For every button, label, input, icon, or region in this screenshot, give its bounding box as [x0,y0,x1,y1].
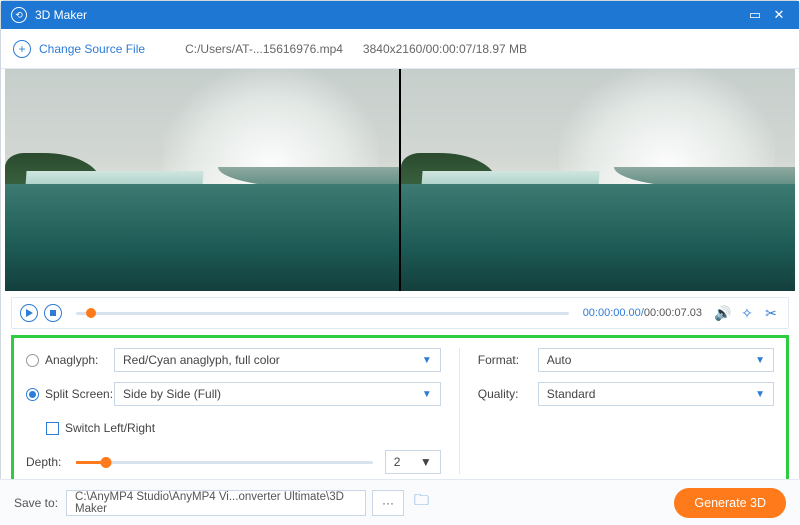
format-label: Format: [478,353,519,367]
seek-thumb[interactable] [86,308,96,318]
split-screen-select[interactable]: Side by Side (Full) ▼ [114,382,441,406]
save-path-value: C:\AnyMP4 Studio\AnyMP4 Vi...onverter Ul… [75,491,357,515]
save-path-field[interactable]: C:\AnyMP4 Studio\AnyMP4 Vi...onverter Ul… [66,490,366,516]
anaglyph-select[interactable]: Red/Cyan anaglyph, full color ▼ [114,348,441,372]
caret-down-icon: ▼ [422,355,432,366]
generate-3d-label: Generate 3D [694,496,766,510]
time-duration: 00:00:07.03 [644,307,702,319]
window-title: 3D Maker [35,8,741,22]
bottom-bar: Save to: C:\AnyMP4 Studio\AnyMP4 Vi...on… [0,479,800,525]
caret-down-icon: ▼ [755,389,765,400]
anaglyph-value: Red/Cyan anaglyph, full color [123,353,280,367]
switch-lr-row: Switch Left/Right [26,416,441,440]
quality-row: Quality: Standard ▼ [478,382,774,406]
browse-button[interactable]: ··· [372,490,404,516]
seek-slider[interactable] [76,312,569,315]
depth-value: 2 [394,455,401,469]
depth-row: Depth: 2 ▼ [26,450,441,474]
cut-icon[interactable]: ✂ [762,305,780,322]
save-to-label: Save to: [14,496,58,510]
anaglyph-row: Anaglyph: Red/Cyan anaglyph, full color … [26,348,441,372]
video-preview [5,69,795,291]
plus-icon: + [13,40,31,58]
switch-lr-checkbox[interactable] [46,422,59,435]
change-source-label: Change Source File [39,42,145,56]
split-screen-value: Side by Side (Full) [123,387,221,401]
split-screen-label: Split Screen: [45,387,113,401]
source-file-info: 3840x2160/00:00:07/18.97 MB [363,42,527,56]
settings-right-column: Format: Auto ▼ Quality: Standard ▼ [459,348,774,474]
split-screen-radio[interactable] [26,388,39,401]
preview-right-eye [401,69,795,291]
settings-left-column: Anaglyph: Red/Cyan anaglyph, full color … [26,348,459,474]
caret-down-icon: ▼ [755,355,765,366]
split-screen-row: Split Screen: Side by Side (Full) ▼ [26,382,441,406]
format-row: Format: Auto ▼ [478,348,774,372]
preview-left-eye [5,69,399,291]
anaglyph-label: Anaglyph: [45,353,98,367]
generate-3d-button[interactable]: Generate 3D [674,488,786,518]
caret-down-icon: ▼ [422,389,432,400]
switch-lr-label: Switch Left/Right [65,421,155,435]
depth-thumb[interactable] [100,457,111,468]
app-icon: ⟲ [11,7,27,23]
minimize-button[interactable]: ▭ [745,7,765,23]
volume-icon[interactable]: 🔊 [714,305,732,322]
play-button[interactable] [20,304,38,322]
stop-button[interactable] [44,304,62,322]
settings-panel: Anaglyph: Red/Cyan anaglyph, full color … [11,335,789,487]
snapshot-icon[interactable]: ✧ [738,305,756,322]
quality-select[interactable]: Standard ▼ [538,382,774,406]
playback-controls: 00:00:00.00/00:00:07.03 🔊 ✧ ✂ [11,297,789,329]
quality-value: Standard [547,387,596,401]
anaglyph-radio[interactable] [26,354,39,367]
depth-value-select[interactable]: 2 ▼ [385,450,441,474]
depth-label: Depth: [26,455,61,469]
open-folder-icon[interactable]: 🗀 [414,490,429,515]
title-bar: ⟲ 3D Maker ▭ ✕ [1,1,799,29]
timecode: 00:00:00.00/00:00:07.03 [583,307,702,319]
time-current: 00:00:00.00 [583,307,641,319]
format-select[interactable]: Auto ▼ [538,348,774,372]
caret-down-icon: ▼ [420,455,432,469]
source-toolbar: + Change Source File C:/Users/AT-...1561… [1,29,799,69]
close-button[interactable]: ✕ [769,7,789,23]
format-value: Auto [547,353,572,367]
source-file-path: C:/Users/AT-...15616976.mp4 [185,42,343,56]
change-source-button[interactable]: + Change Source File [13,40,145,58]
quality-label: Quality: [478,387,519,401]
depth-slider[interactable] [76,461,373,464]
